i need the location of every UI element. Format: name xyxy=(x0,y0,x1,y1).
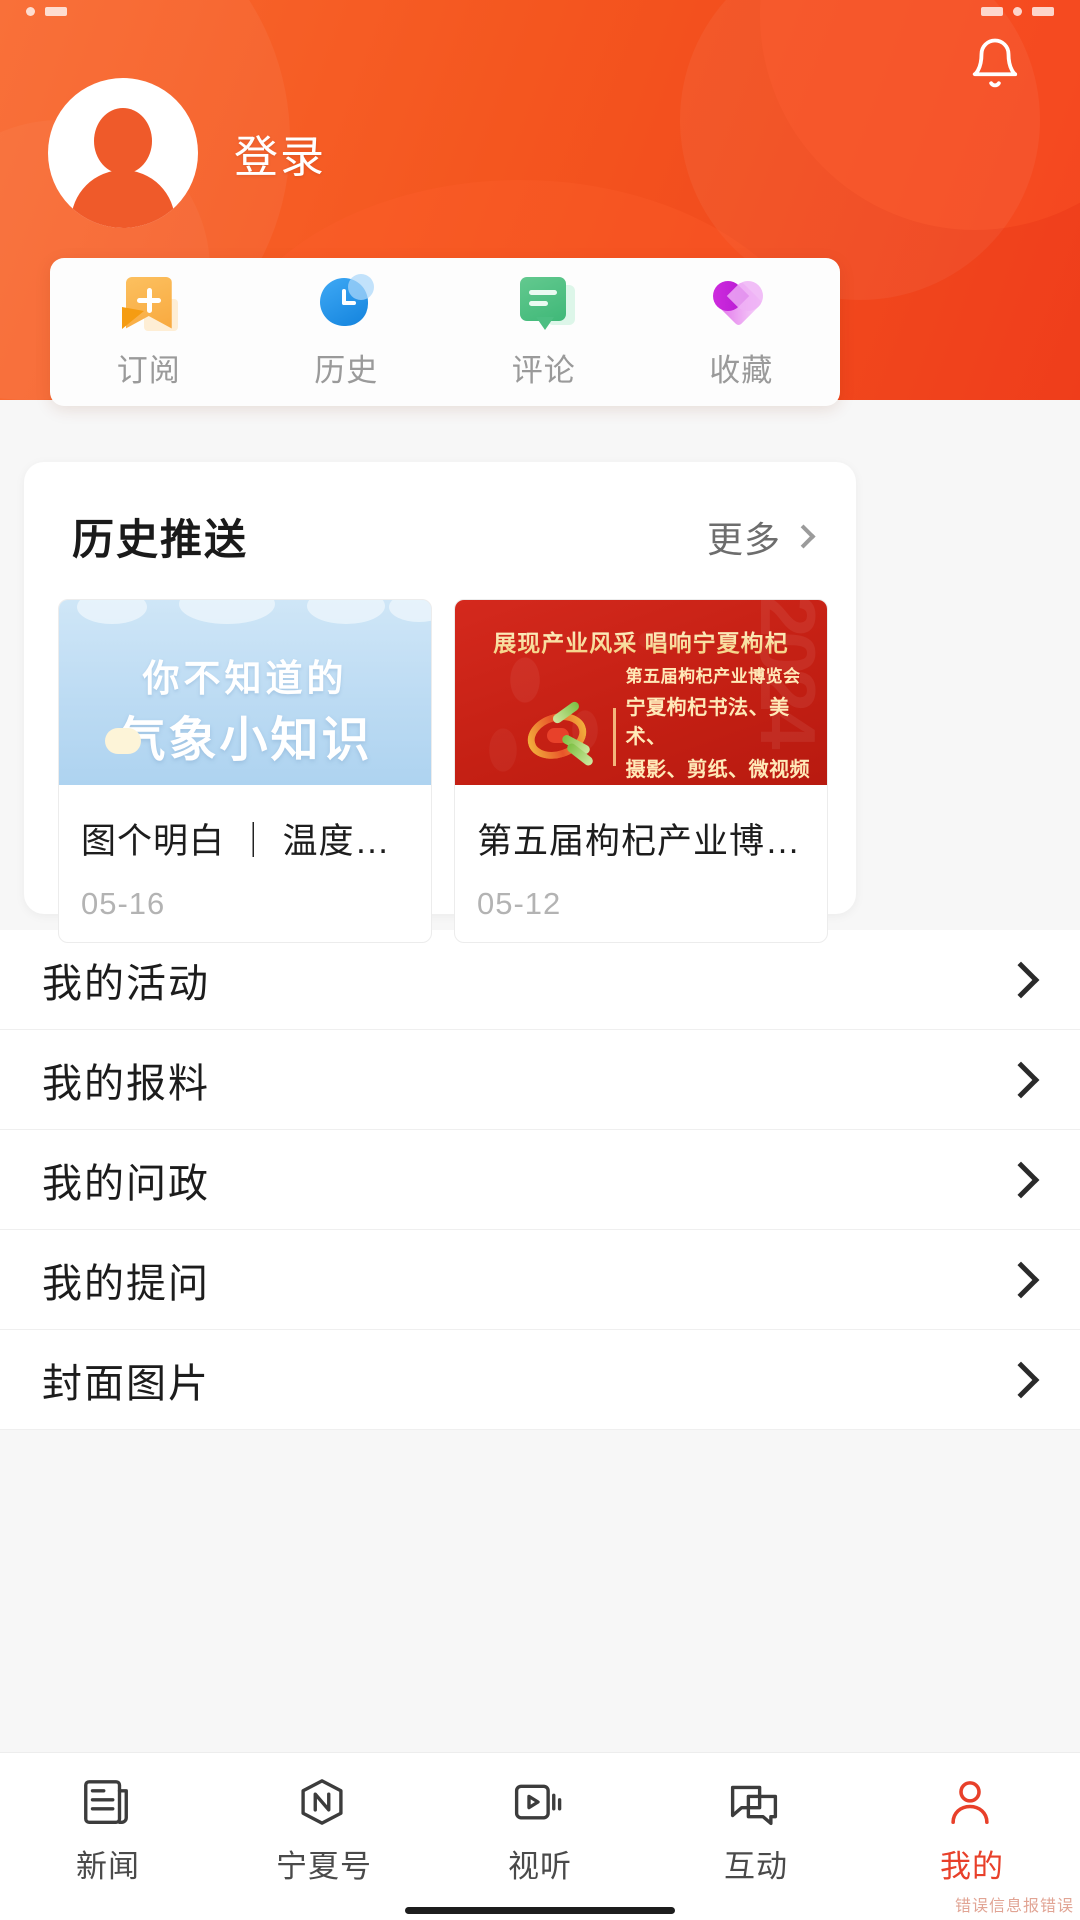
quick-item-subscribe[interactable]: 订阅 xyxy=(50,275,248,390)
tab-label: 互动 xyxy=(724,1849,788,1884)
menu-label: 我的报料 xyxy=(42,1061,210,1106)
bell-icon xyxy=(972,38,1018,88)
chevron-right-icon xyxy=(1002,1161,1040,1198)
app-root: 登录 订阅 历史 评论 收藏 历史推送 更多 你不知道的 气象小知识 图个明白 … xyxy=(0,0,1080,1920)
battery-icon xyxy=(1032,6,1054,16)
tab-news[interactable]: 新闻 xyxy=(0,1775,216,1886)
menu-label: 我的提问 xyxy=(42,1261,210,1306)
article-thumbnail: 2024 展现产业风采 唱响宁夏枸杞 第五届枸杞产业博览会 宁夏枸杞书法、美术、… xyxy=(455,600,827,785)
login-button[interactable]: 登录 xyxy=(234,121,326,185)
quick-item-favorite[interactable]: 收藏 xyxy=(643,274,841,390)
tab-label: 宁夏号 xyxy=(276,1849,372,1884)
tab-video-audio[interactable]: 视听 xyxy=(432,1775,648,1886)
quick-item-label: 历史 xyxy=(314,352,379,388)
more-link[interactable]: 更多 xyxy=(706,511,816,563)
chevron-right-icon xyxy=(1002,1361,1040,1398)
signal-icon xyxy=(981,6,1003,16)
user-profile-icon xyxy=(941,1775,1003,1831)
chevron-right-icon xyxy=(1002,961,1040,998)
status-bar-right xyxy=(981,6,1054,16)
notification-bell-button[interactable] xyxy=(962,30,1028,96)
quick-item-label: 收藏 xyxy=(709,352,774,388)
profile-login-row[interactable]: 登录 xyxy=(48,78,326,228)
video-audio-icon xyxy=(509,1775,571,1831)
thumbnail-sub-1: 第五届枸杞产业博览会 xyxy=(625,667,801,686)
history-push-section: 历史推送 更多 你不知道的 气象小知识 图个明白 ｜ 温度… 05-16 202… xyxy=(24,462,856,943)
menu-label: 我的问政 xyxy=(42,1161,210,1206)
thumbnail-line-1: 你不知道的 xyxy=(142,658,348,699)
ningxia-n-icon xyxy=(293,1775,355,1831)
tab-label: 视听 xyxy=(508,1849,572,1884)
menu-label: 我的活动 xyxy=(42,961,210,1006)
favorite-heart-icon xyxy=(707,274,772,331)
article-card[interactable]: 2024 展现产业风采 唱响宁夏枸杞 第五届枸杞产业博览会 宁夏枸杞书法、美术、… xyxy=(454,599,828,943)
tab-ningxia-hao[interactable]: 宁夏号 xyxy=(216,1775,432,1886)
header-decor-blob xyxy=(760,0,1080,230)
goji-logo-icon xyxy=(517,699,603,774)
chevron-right-icon xyxy=(1002,1061,1040,1098)
divider xyxy=(613,707,616,766)
tab-label: 我的 xyxy=(940,1849,1004,1884)
default-avatar-icon xyxy=(71,170,175,228)
thumbnail-sub-2: 宁夏枸杞书法、美术、 xyxy=(625,697,790,748)
article-date: 05-12 xyxy=(477,886,562,921)
menu-row-my-government-inquiry[interactable]: 我的问政 xyxy=(0,1130,1080,1230)
menu-row-cover-image[interactable]: 封面图片 xyxy=(0,1330,1080,1430)
sun-cloud-icon xyxy=(105,728,141,754)
menu-label: 封面图片 xyxy=(42,1361,210,1406)
quick-item-label: 评论 xyxy=(511,352,576,388)
quick-access-card: 订阅 历史 评论 收藏 xyxy=(50,258,840,406)
chevron-right-icon xyxy=(1002,1261,1040,1298)
comment-icon xyxy=(513,275,575,331)
status-bar xyxy=(0,0,1080,22)
thumbnail-body: 第五届枸杞产业博览会 宁夏枸杞书法、美术、 摄影、剪纸、微视频大赛 xyxy=(517,662,827,785)
avatar[interactable] xyxy=(48,78,198,228)
thumbnail-headline: 展现产业风采 唱响宁夏枸杞 xyxy=(455,624,827,658)
watermark-text: 错误信息报错误 xyxy=(954,1898,1074,1915)
history-clock-icon xyxy=(315,273,377,331)
bottom-tab-bar: 新闻 宁夏号 视听 互动 我的 错误信息报错误 xyxy=(0,1752,1080,1920)
interaction-icon xyxy=(725,1775,787,1831)
article-title: 图个明白 ｜ 温度… xyxy=(81,822,391,861)
history-push-header: 历史推送 更多 xyxy=(24,462,856,567)
history-push-list: 你不知道的 气象小知识 图个明白 ｜ 温度… 05-16 2024 展现产业风采… xyxy=(24,567,856,943)
news-icon xyxy=(77,1775,139,1831)
tab-interaction[interactable]: 互动 xyxy=(648,1775,864,1886)
tab-label: 新闻 xyxy=(76,1849,140,1884)
article-date: 05-16 xyxy=(81,886,166,921)
subscribe-icon xyxy=(118,275,180,331)
chevron-right-icon xyxy=(791,524,816,549)
article-title: 第五届枸杞产业博… xyxy=(477,822,802,861)
settings-menu-list: 我的活动 我的报料 我的问政 我的提问 封面图片 xyxy=(0,930,1080,1430)
home-indicator xyxy=(405,1907,675,1914)
article-thumbnail: 你不知道的 气象小知识 xyxy=(59,600,431,785)
menu-row-my-tipoff[interactable]: 我的报料 xyxy=(0,1030,1080,1130)
section-title: 历史推送 xyxy=(72,516,249,563)
status-bar-left xyxy=(26,6,67,16)
wifi-icon xyxy=(1013,6,1022,16)
article-card[interactable]: 你不知道的 气象小知识 图个明白 ｜ 温度… 05-16 xyxy=(58,599,432,943)
status-icon xyxy=(45,6,67,16)
quick-item-label: 订阅 xyxy=(116,352,181,388)
more-label: 更多 xyxy=(706,518,781,560)
tab-profile[interactable]: 我的 xyxy=(864,1775,1080,1886)
quick-item-history[interactable]: 历史 xyxy=(248,273,446,390)
status-icon xyxy=(26,6,35,16)
menu-row-my-question[interactable]: 我的提问 xyxy=(0,1230,1080,1330)
default-avatar-icon xyxy=(94,108,152,174)
thumbnail-sub-3: 摄影、剪纸、微视频大赛 xyxy=(625,759,811,781)
menu-row-my-activity[interactable]: 我的活动 xyxy=(0,930,1080,1030)
quick-item-comment[interactable]: 评论 xyxy=(445,275,643,390)
